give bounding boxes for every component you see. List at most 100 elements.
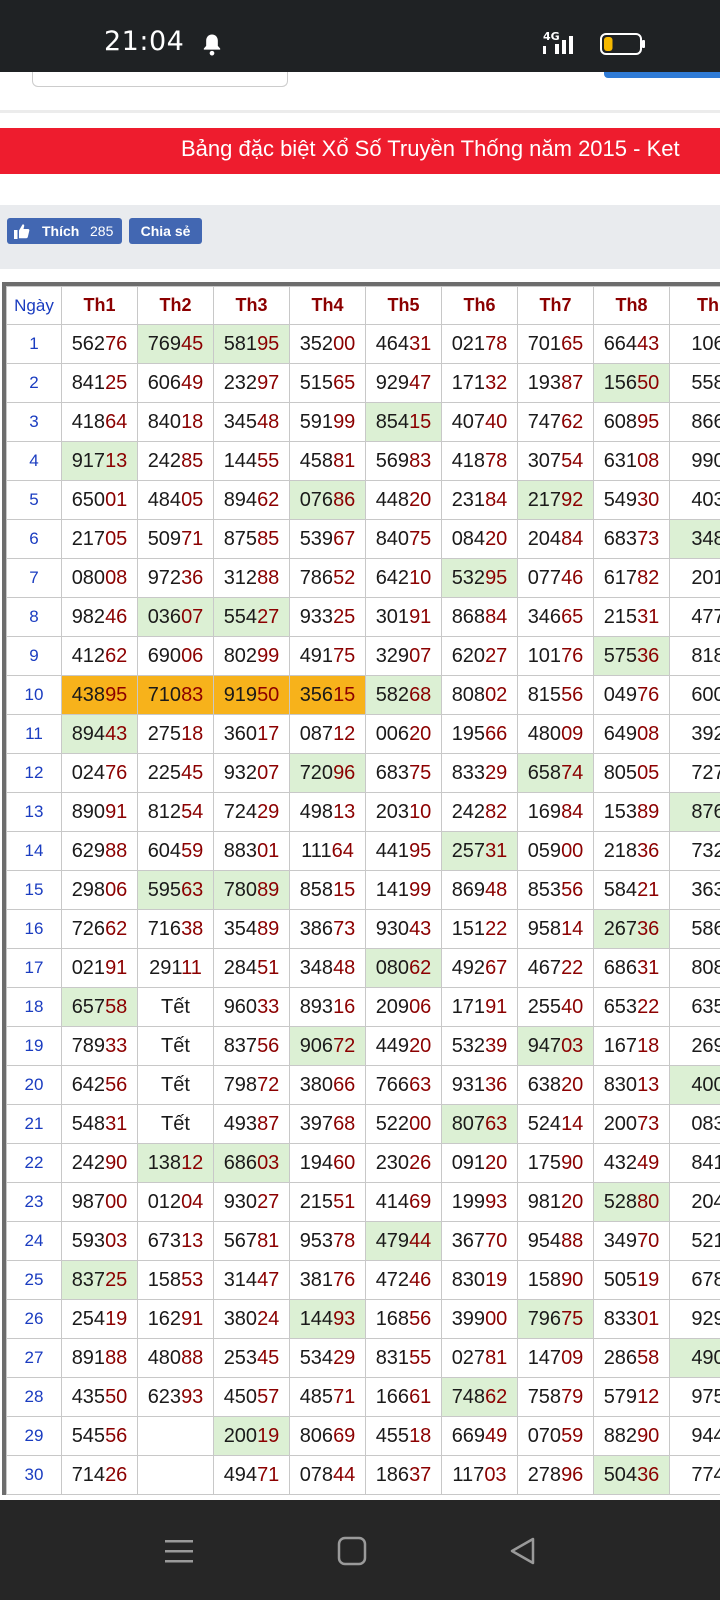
- home-icon[interactable]: [335, 1534, 369, 1568]
- table-row: 4 91713 24285 14455 45881 56983 41878 30754 6310…: [6, 441, 720, 481]
- like-count: 285: [90, 223, 114, 239]
- result-cell: 348: [669, 519, 720, 559]
- result-cell: 74762: [517, 402, 594, 442]
- day-cell: 28: [6, 1377, 62, 1417]
- result-cell: 68603: [213, 1143, 290, 1183]
- result-cell: 03607: [137, 597, 214, 637]
- table-row: 24 59303 67313 56781 95378 47944 36770 95488 349…: [6, 1221, 720, 1261]
- result-cell: 774: [669, 1455, 720, 1495]
- result-cell: 54831: [61, 1104, 138, 1144]
- result-cell: 92947: [365, 363, 442, 403]
- day-cell: 17: [6, 948, 62, 988]
- table-row: 15 29806 59563 78089 85815 14199 86948 85356 584…: [6, 870, 720, 910]
- result-cell: 09120: [441, 1143, 518, 1183]
- result-cell: 363: [669, 870, 720, 910]
- result-cell: 83725: [61, 1260, 138, 1300]
- result-cell: 50436: [593, 1455, 670, 1495]
- result-cell: 83756: [213, 1026, 290, 1066]
- menu-icon[interactable]: [162, 1534, 196, 1568]
- result-cell: 39900: [441, 1299, 518, 1339]
- day-cell: 30: [6, 1455, 62, 1495]
- result-cell: 47944: [365, 1221, 442, 1261]
- result-cell: 66949: [441, 1416, 518, 1456]
- result-cell: 28658: [593, 1338, 670, 1378]
- result-cell: 60895: [593, 402, 670, 442]
- result-cell: Tết: [137, 1104, 214, 1144]
- result-cell: 00620: [365, 714, 442, 754]
- result-cell: 49267: [441, 948, 518, 988]
- result-cell: 84018: [137, 402, 214, 442]
- bell-icon: [203, 34, 221, 56]
- navigation-bar: [0, 1500, 720, 1600]
- result-cell: Tết: [137, 987, 214, 1027]
- result-cell: 48405: [137, 480, 214, 520]
- result-cell: 84075: [365, 519, 442, 559]
- day-cell: 10: [6, 675, 62, 715]
- result-cell: 10176: [517, 636, 594, 676]
- day-cell: 14: [6, 831, 62, 871]
- search-input[interactable]: [32, 72, 288, 87]
- result-cell: 65001: [61, 480, 138, 520]
- search-button[interactable]: [604, 72, 720, 78]
- result-cell: 68631: [593, 948, 670, 988]
- result-cell: 01204: [137, 1182, 214, 1222]
- table-row: 11 89443 27518 36017 08712 00620 19566 48009 649…: [6, 714, 720, 754]
- result-cell: 91950: [213, 675, 290, 715]
- result-cell: 44920: [365, 1026, 442, 1066]
- day-cell: 20: [6, 1065, 62, 1105]
- result-cell: 16291: [137, 1299, 214, 1339]
- result-cell: 44820: [365, 480, 442, 520]
- result-cell: 64256: [61, 1065, 138, 1105]
- result-cell: 88290: [593, 1416, 670, 1456]
- share-button[interactable]: Chia sẻ: [129, 218, 202, 244]
- result-cell: 32907: [365, 636, 442, 676]
- result-cell: 56983: [365, 441, 442, 481]
- status-time: 21:04: [104, 26, 185, 57]
- table-row: 7 08008 97236 31288 78652 64210 53295 07746 6178…: [6, 558, 720, 598]
- day-cell: 25: [6, 1260, 62, 1300]
- table-row: 8 98246 03607 55427 93325 30191 86884 34665 2153…: [6, 597, 720, 637]
- result-cell: 71083: [137, 675, 214, 715]
- table-row: 9 41262 69006 80299 49175 32907 62027 10176 5753…: [6, 636, 720, 676]
- result-cell: Tết: [137, 1065, 214, 1105]
- result-cell: 727: [669, 753, 720, 793]
- result-cell: 35489: [213, 909, 290, 949]
- result-cell: 08008: [61, 558, 138, 598]
- result-cell: 24282: [441, 792, 518, 832]
- result-cell: 49175: [289, 636, 366, 676]
- lottery-table: Ngày Th1 Th2 Th3 Th4 Th5 Th6 Th7 Th8 Th 1 56276 769…: [6, 286, 720, 1495]
- result-cell: 83013: [593, 1065, 670, 1105]
- result-cell: 15853: [137, 1260, 214, 1300]
- result-cell: 35615: [289, 675, 366, 715]
- result-cell: 11164: [289, 831, 366, 871]
- result-cell: 75879: [517, 1377, 594, 1417]
- result-cell: 59303: [61, 1221, 138, 1261]
- result-cell: 19387: [517, 363, 594, 403]
- result-cell: 36770: [441, 1221, 518, 1261]
- back-icon[interactable]: [506, 1534, 540, 1568]
- table-row: 2954556 200198066945518669490705988290944: [6, 1416, 720, 1456]
- result-cell: 55427: [213, 597, 290, 637]
- result-cell: 51565: [289, 363, 366, 403]
- like-button[interactable]: Thích 285: [7, 218, 122, 244]
- result-cell: 521: [669, 1221, 720, 1261]
- result-cell: 866: [669, 402, 720, 442]
- result-cell: 41262: [61, 636, 138, 676]
- result-cell: 15122: [441, 909, 518, 949]
- result-cell: 07059: [517, 1416, 594, 1456]
- result-cell: 17590: [517, 1143, 594, 1183]
- column-header-th1: Th1: [61, 286, 138, 325]
- column-header-th8: Th8: [593, 286, 670, 325]
- result-cell: 98246: [61, 597, 138, 637]
- result-cell: 20310: [365, 792, 442, 832]
- table-row: 6 21705 50971 87585 53967 84075 08420 20484 6837…: [6, 519, 720, 559]
- table-row: 22 24290 13812 68603 19460 23026 09120 17590 432…: [6, 1143, 720, 1183]
- result-cell: 60649: [137, 363, 214, 403]
- result-cell: 66443: [593, 324, 670, 364]
- result-cell: 74862: [441, 1377, 518, 1417]
- result-cell: 78652: [289, 558, 366, 598]
- result-cell: 89316: [289, 987, 366, 1027]
- result-cell: 20906: [365, 987, 442, 1027]
- result-cell: 41469: [365, 1182, 442, 1222]
- result-cell: 56276: [61, 324, 138, 364]
